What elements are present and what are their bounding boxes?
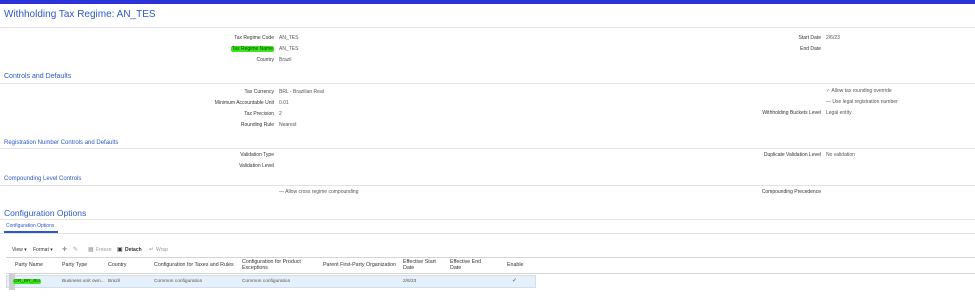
unchecked-icon: —	[279, 189, 284, 195]
col-header-country[interactable]: Country	[108, 262, 127, 268]
wrap-button[interactable]: Wrap	[156, 247, 168, 253]
tax-currency-label: Tax Currency	[244, 89, 274, 95]
divider	[0, 148, 975, 149]
start-date-value: 2/6/23	[826, 35, 840, 41]
col-header-start-date[interactable]: Effective Start Date	[403, 259, 445, 271]
tax-precision-label: Tax Precision	[244, 111, 274, 117]
divider	[0, 219, 975, 220]
freeze-button[interactable]: Freeze	[96, 247, 112, 253]
controls-section-title: Controls and Defaults	[4, 73, 72, 80]
party-name-cell[interactable]: OR_BR_BU	[13, 279, 41, 284]
tax-regime-name-label: Tax Regime Name	[144, 46, 274, 52]
party-type-cell: Business unit own...	[62, 279, 105, 284]
tax-precision-value: 2	[279, 111, 282, 117]
col-header-parent-org[interactable]: Parent First-Party Organization	[323, 262, 396, 268]
tax-regime-code-value: AN_TES	[279, 35, 299, 41]
view-menu[interactable]: View ▾	[12, 247, 27, 253]
country-label: Country	[256, 57, 274, 63]
allow-rounding-override-checkbox[interactable]: ✓ Allow tax rounding override	[826, 88, 892, 94]
chevron-down-icon: ▾	[24, 247, 27, 253]
divider	[0, 83, 975, 84]
freeze-icon: ▦	[88, 247, 94, 253]
col-header-party-name[interactable]: Party Name	[15, 262, 43, 268]
tax-regime-name-value: AN_TES	[279, 46, 299, 52]
highlight-mark: Tax Regime Name	[230, 46, 274, 52]
buckets-level-label: Withholding Buckets Level	[762, 110, 821, 116]
validation-type-label: Validation Type	[240, 152, 274, 158]
rounding-rule-label: Rounding Rule	[240, 122, 274, 128]
detach-button[interactable]: Detach	[125, 247, 142, 253]
divider	[0, 27, 975, 28]
col-header-enable[interactable]: Enable	[507, 262, 524, 268]
divider	[0, 233, 975, 234]
highlight-mark: OR_BR_BU	[13, 279, 41, 284]
product-exceptions-cell: Common configuration	[242, 279, 291, 284]
format-menu[interactable]: Format ▾	[33, 247, 53, 253]
start-date-label: Start Date	[798, 35, 821, 41]
col-header-product-exceptions[interactable]: Configuration for Product Exceptions	[242, 259, 314, 271]
unchecked-icon: —	[826, 99, 831, 105]
divider	[0, 185, 975, 186]
end-date-label: End Date	[800, 46, 821, 52]
tax-regime-code-label: Tax Regime Code	[234, 35, 274, 41]
config-section-title: Configuration Options	[4, 208, 87, 218]
country-cell: Brazil	[108, 279, 120, 284]
compounding-precedence-label: Compounding Precedence	[761, 189, 821, 195]
registration-section-title: Registration Number Controls and Default…	[4, 140, 119, 146]
edit-icon[interactable]: ✎	[73, 246, 78, 253]
min-accountable-unit-label: Minimum Accountable Unit	[214, 100, 274, 106]
rounding-rule-value: Nearest	[279, 122, 297, 128]
table-header-bottom-border	[6, 273, 975, 274]
detach-icon: ▣	[117, 247, 123, 253]
start-date-cell: 2/6/23	[403, 279, 417, 284]
tab-configuration-options[interactable]: Configuration Options	[6, 223, 54, 229]
duplicate-validation-label: Duplicate Validation Level	[763, 152, 821, 158]
use-legal-registration-checkbox[interactable]: — Use legal registration number	[826, 99, 898, 105]
check-icon: ✓	[826, 88, 831, 94]
buckets-level-value: Legal entity	[826, 110, 852, 116]
validation-level-label: Validation Level	[239, 163, 274, 169]
add-icon[interactable]: ✚	[62, 246, 67, 253]
enabled-check-icon: ✓	[512, 278, 518, 284]
duplicate-validation-value: No validation	[826, 152, 855, 158]
col-header-party-type[interactable]: Party Type	[62, 262, 87, 268]
min-accountable-unit-value: 0.01	[279, 100, 289, 106]
page-title: Withholding Tax Regime: AN_TES	[4, 9, 156, 20]
wrap-icon: ↵	[149, 247, 155, 253]
col-header-end-date[interactable]: Effective End Date	[450, 259, 490, 271]
table-header-top-border	[6, 257, 975, 258]
country-value: Brazil	[279, 57, 292, 63]
chevron-down-icon: ▾	[50, 247, 53, 253]
taxes-rules-cell: Common configuration	[154, 279, 203, 284]
col-header-taxes-rules[interactable]: Configuration for Taxes and Rules	[154, 262, 234, 268]
top-brand-bar	[0, 0, 975, 4]
tax-currency-value: BRL - Brazilian Real	[279, 89, 324, 95]
allow-cross-regime-checkbox[interactable]: — Allow cross regime compounding	[279, 189, 359, 195]
compounding-section-title: Compounding Level Controls	[4, 176, 82, 182]
